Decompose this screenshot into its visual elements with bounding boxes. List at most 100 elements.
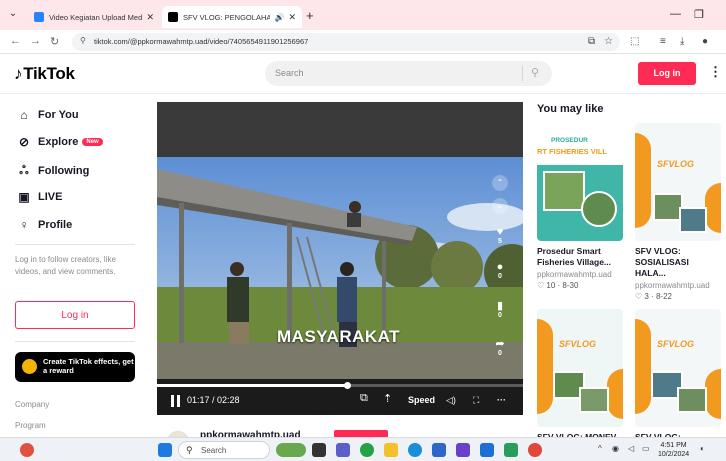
tab-search-icon[interactable]: ⌄ [6, 8, 20, 22]
like-action[interactable]: ♥ 5 [492, 226, 508, 245]
video-player[interactable]: MASYARAKAT ⌃ ⌄ ♥ 5 ● 0 ▮ 0 ➦ 0 01:17 / 0… [157, 102, 523, 415]
pause-button[interactable] [171, 395, 181, 407]
app-icon[interactable] [456, 443, 470, 457]
sidebar-login-button[interactable]: Log in [15, 301, 135, 329]
reload-icon[interactable]: ↻ [50, 35, 59, 48]
forward-icon[interactable]: → [30, 35, 41, 47]
views-icon: ♡ [537, 281, 545, 290]
footer-link-company[interactable]: Company [15, 400, 49, 409]
volume-icon[interactable]: ◁) [446, 395, 456, 406]
widgets-icon[interactable] [276, 443, 306, 457]
sidebar-item-for-you[interactable]: ⌂ For You [17, 108, 78, 122]
sidebar-item-profile[interactable]: ♀ Profile [17, 218, 73, 232]
recommended-card[interactable]: SFVLOG SFV VLOG: MONEV [537, 309, 623, 443]
save-action[interactable]: ▮ 0 [492, 299, 508, 319]
restore-icon[interactable]: ❐ [694, 8, 704, 21]
autoscroll-icon[interactable]: ⇡ [383, 392, 392, 405]
tiktok-favicon-icon [168, 12, 178, 22]
recommended-card[interactable]: SFVLOG SFV VLOG: [635, 309, 721, 443]
sidebar-item-live[interactable]: ▣ LIVE [17, 190, 62, 204]
live-icon: ▣ [18, 190, 30, 204]
views-icon: ♡ [635, 292, 643, 301]
recommended-card[interactable]: PROSEDUR RT FISHERIES VILL Prosedur Smar… [537, 123, 623, 290]
close-tab-icon[interactable]: ✕ [146, 12, 154, 23]
speaker-icon[interactable]: 🔊 [274, 13, 284, 22]
tiktok-logo[interactable]: ♪TikTok [14, 64, 75, 84]
video-progress-bar[interactable] [157, 382, 523, 389]
speed-button[interactable]: Speed [408, 395, 435, 405]
picture-in-picture-icon[interactable]: ⧉ [360, 392, 368, 405]
chrome-icon[interactable] [528, 443, 542, 457]
login-button[interactable]: Log in [638, 62, 696, 85]
bookmark-star-icon[interactable]: ☆ [604, 36, 613, 47]
you-may-like-heading: You may like [537, 103, 604, 115]
create-effects-banner[interactable]: Create TikTok effects, get a reward [15, 352, 135, 382]
weather-icon[interactable] [20, 443, 34, 457]
taskbar-search-input[interactable]: ⚲ Search [178, 441, 270, 459]
whatsapp-icon[interactable] [360, 443, 374, 457]
tiktok-header: ♪TikTok Search ⚲ Log in ⋮ [0, 54, 726, 94]
close-tab-icon[interactable]: ✕ [288, 12, 296, 23]
next-video-button[interactable]: ⌄ [492, 198, 508, 214]
task-view-icon[interactable] [312, 443, 326, 457]
card-title: Prosedur Smart Fisheries Village... [537, 246, 612, 267]
tray-chevron-icon[interactable]: ^ [598, 444, 602, 453]
previous-video-button[interactable]: ⌃ [492, 175, 508, 191]
sidebar-item-label: Following [38, 165, 90, 177]
thumb-title: SFVLOG [657, 159, 695, 169]
sidebar-item-label: Profile [38, 219, 73, 231]
battery-icon[interactable]: ▭ [642, 444, 650, 453]
store-icon[interactable] [432, 443, 446, 457]
recommended-card[interactable]: SFVLOG SFV VLOG: SOSIALISASI HALA... ppk… [635, 123, 721, 301]
reading-list-icon[interactable]: ≡ [660, 36, 666, 47]
clock-date: 10/2/2024 [658, 451, 690, 458]
search-icon[interactable]: ⚲ [531, 66, 539, 79]
excel-icon[interactable] [504, 443, 518, 457]
sidebar-item-explore[interactable]: ⊘ Explore New [17, 135, 103, 149]
word-icon[interactable] [480, 443, 494, 457]
share-icon: ➦ [495, 338, 505, 350]
effects-icon [22, 359, 37, 374]
taskbar-clock[interactable]: 4:51 PM 10/2/2024 [658, 441, 689, 459]
share-count: 0 [498, 350, 502, 357]
sidebar-item-following[interactable]: ஃ Following [17, 163, 89, 179]
url-text: tiktok.com/@ppkormawahmtp.uad/video/7405… [94, 37, 309, 46]
new-tab-button[interactable]: + [306, 8, 314, 23]
person-icon: ♀ [19, 218, 29, 232]
minimize-icon[interactable]: — [670, 8, 681, 20]
url-field[interactable]: ⚲ tiktok.com/@ppkormawahmtp.uad/video/74… [72, 33, 620, 51]
share-action[interactable]: ➦ 0 [492, 337, 508, 357]
edge-icon[interactable] [408, 443, 422, 457]
comment-action[interactable]: ● 0 [492, 261, 508, 280]
site-info-icon[interactable]: ⚲ [80, 36, 86, 45]
file-explorer-icon[interactable] [384, 443, 398, 457]
profile-icon[interactable]: ● [702, 36, 708, 47]
volume-tray-icon[interactable]: ◁ [628, 444, 634, 453]
footer-link-program[interactable]: Program [15, 421, 46, 430]
card-author: ppkormawahmtp.uad [537, 270, 612, 279]
cast-icon[interactable]: ⧉ [588, 36, 595, 47]
fullscreen-icon[interactable]: ⛶ [473, 395, 479, 406]
people-icon: ஃ [19, 163, 29, 177]
sidebar-item-label: LIVE [38, 191, 63, 203]
tab-title: SFV VLOG: PENGOLAHAN [183, 12, 271, 22]
search-icon: ⚲ [186, 445, 193, 455]
search-input[interactable]: Search ⚲ [265, 61, 552, 86]
download-icon[interactable]: ⤓ [680, 36, 684, 47]
browser-tab-1[interactable]: Video Kegiatan Upload Media ✕ [28, 6, 160, 28]
extensions-icon[interactable]: ⬚ [630, 36, 639, 47]
start-menu-icon[interactable] [158, 443, 172, 457]
more-icon[interactable]: ··· [497, 395, 506, 405]
logo-text: TikTok [23, 64, 75, 83]
back-icon[interactable]: ← [10, 35, 21, 47]
windows-taskbar: ⚲ Search ^ ◉ ◁ ▭ 4:51 PM 10/2/2024 ◐ [0, 437, 726, 461]
browser-tab-2-active[interactable]: SFV VLOG: PENGOLAHAN 🔊 ✕ [162, 6, 302, 28]
teams-icon[interactable] [336, 443, 350, 457]
home-icon: ⌂ [20, 108, 28, 122]
wifi-icon[interactable]: ◉ [612, 444, 619, 453]
notification-icon[interactable]: ◐ [700, 444, 705, 453]
clock-time: 4:51 PM [660, 442, 687, 449]
search-divider [522, 66, 523, 81]
comment-icon: ● [496, 261, 504, 273]
more-options-icon[interactable]: ⋮ [709, 64, 722, 80]
